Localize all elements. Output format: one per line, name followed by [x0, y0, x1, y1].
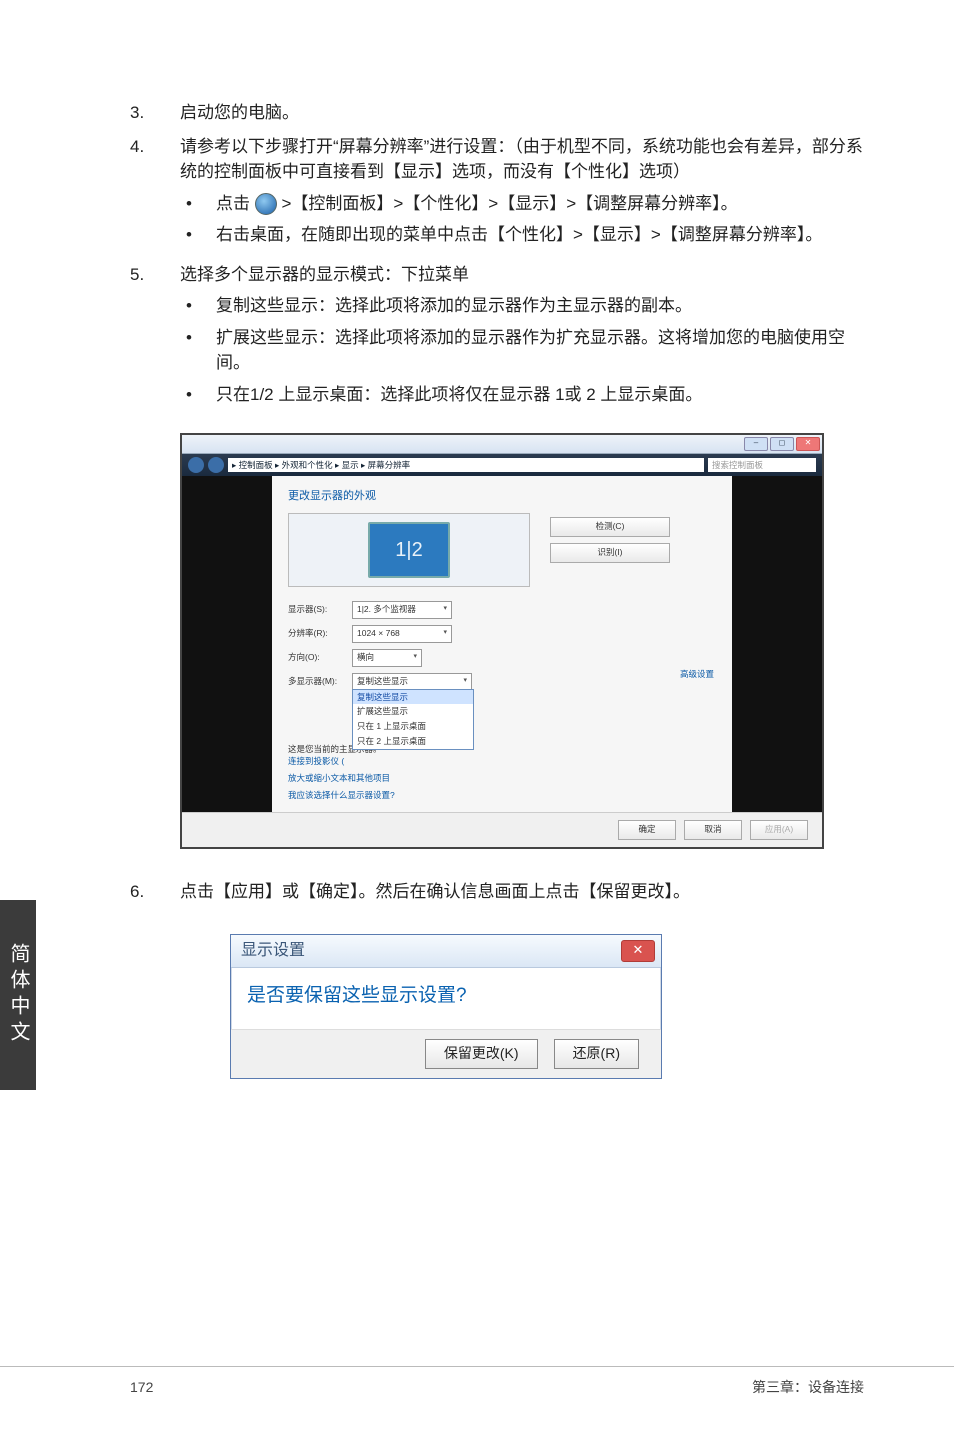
confirm-dialog: 显示设置 ✕ 是否要保留这些显示设置? 保留更改(K) 还原(R): [230, 934, 662, 1079]
monitor-icon: 1|2: [368, 522, 450, 578]
dd-option-duplicate[interactable]: 复制这些显示: [353, 690, 473, 705]
list-text-6: 点击【应用】或【确定】。然后在确认信息画面上点击【保留更改】。: [180, 879, 864, 905]
sub-4-2: 右击桌面，在随即出现的菜单中点击【个性化】>【显示】>【调整屏幕分辨率】。: [216, 222, 864, 248]
resolution-select[interactable]: 1024 × 768: [352, 625, 452, 643]
list-number-5: 5.: [130, 262, 180, 414]
minimize-icon[interactable]: –: [744, 437, 768, 451]
chapter-title: 第三章：设备连接: [752, 1377, 864, 1398]
bullet: •: [180, 325, 216, 376]
search-input[interactable]: 搜索控制面板: [708, 458, 816, 472]
page-number: 172: [130, 1377, 153, 1398]
sub-5-1: 复制这些显示：选择此项将添加的显示器作为主显示器的副本。: [216, 293, 864, 319]
text-size-link[interactable]: 放大或缩小文本和其他项目: [288, 772, 716, 785]
maximize-icon[interactable]: ◻: [770, 437, 794, 451]
multi-display-dropdown[interactable]: 复制这些显示 扩展这些显示 只在 1 上显示桌面 只在 2 上显示桌面: [352, 689, 474, 750]
dd-option-extend[interactable]: 扩展这些显示: [353, 704, 473, 719]
monitor-preview[interactable]: 1|2: [288, 513, 530, 587]
language-side-tab: 简体中文: [0, 900, 36, 1090]
sub-5-2: 扩展这些显示：选择此项将添加的显示器作为扩充显示器。这将增加您的电脑使用空间。: [216, 325, 864, 376]
panel-heading: 更改显示器的外观: [288, 488, 716, 505]
nav-fwd-icon[interactable]: [208, 457, 224, 473]
bullet: •: [180, 191, 216, 217]
keep-changes-button[interactable]: 保留更改(K): [425, 1039, 538, 1069]
close-icon[interactable]: ✕: [621, 940, 655, 962]
cancel-button[interactable]: 取消: [684, 820, 742, 840]
list-text-3: 启动您的电脑。: [180, 100, 864, 126]
nav-back-icon[interactable]: [188, 457, 204, 473]
windows-start-icon: [255, 193, 277, 215]
orientation-label: 方向(O):: [288, 651, 344, 664]
dialog-message: 是否要保留这些显示设置?: [231, 968, 661, 1029]
identify-button[interactable]: 识别(I): [550, 543, 670, 563]
resolution-label: 分辨率(R):: [288, 627, 344, 640]
close-icon[interactable]: ✕: [796, 437, 820, 451]
display-select[interactable]: 1|2. 多个监视器: [352, 601, 452, 619]
detect-button[interactable]: 检测(C): [550, 517, 670, 537]
dialog-title: 显示设置: [241, 939, 305, 963]
which-setting-link[interactable]: 我应该选择什么显示器设置?: [288, 789, 716, 802]
list-number-3: 3.: [130, 100, 180, 126]
sub-4-1: 点击 >【控制面板】>【个性化】>【显示】>【调整屏幕分辨率】。: [216, 191, 864, 217]
screen-resolution-window: – ◻ ✕ ▸ 控制面板 ▸ 外观和个性化 ▸ 显示 ▸ 屏幕分辨率 搜索控制面…: [180, 433, 824, 849]
projector-note: 连接到投影仪 (: [288, 755, 716, 768]
breadcrumb[interactable]: ▸ 控制面板 ▸ 外观和个性化 ▸ 显示 ▸ 屏幕分辨率: [228, 458, 704, 472]
sub-5-3: 只在1/2 上显示桌面：选择此项将仅在显示器 1或 2 上显示桌面。: [216, 382, 864, 408]
revert-button[interactable]: 还原(R): [554, 1039, 639, 1069]
apply-button[interactable]: 应用(A): [750, 820, 808, 840]
list-number-4: 4.: [130, 134, 180, 254]
dd-option-only2[interactable]: 只在 2 上显示桌面: [353, 734, 473, 749]
window-titlebar: – ◻ ✕: [182, 435, 822, 454]
orientation-select[interactable]: 横向: [352, 649, 422, 667]
list-text-5: 选择多个显示器的显示模式：下拉菜单: [180, 262, 864, 288]
advanced-settings-link[interactable]: 高级设置: [680, 668, 714, 681]
bullet: •: [180, 293, 216, 319]
right-margin: [732, 476, 822, 812]
bullet: •: [180, 222, 216, 248]
list-text-4: 请参考以下步骤打开“屏幕分辨率”进行设置：（由于机型不同，系统功能也会有差异，部…: [180, 134, 864, 185]
list-number-6: 6.: [130, 879, 180, 905]
multi-label: 多显示器(M):: [288, 675, 344, 688]
left-margin: [182, 476, 272, 812]
bullet: •: [180, 382, 216, 408]
ok-button[interactable]: 确定: [618, 820, 676, 840]
display-label: 显示器(S):: [288, 603, 344, 616]
dd-option-only1[interactable]: 只在 1 上显示桌面: [353, 719, 473, 734]
